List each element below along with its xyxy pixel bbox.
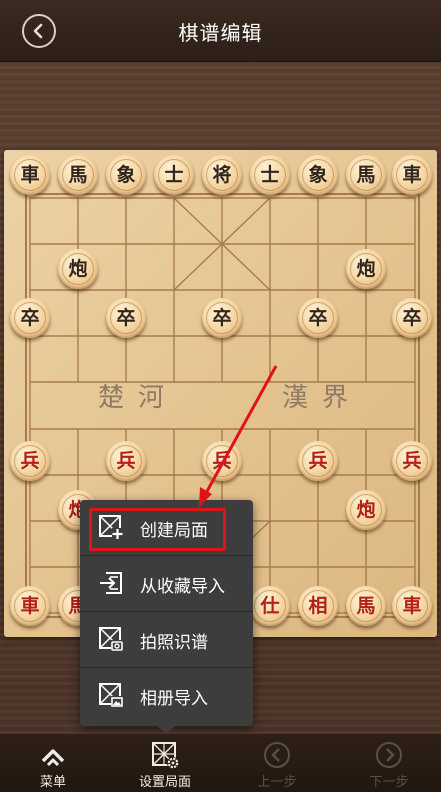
tab-setup-position[interactable]: 设置局面 [120, 734, 210, 792]
annotation-arrow [199, 365, 278, 507]
tab-previous-step[interactable]: 上一步 [232, 734, 322, 792]
tab-label: 设置局面 [138, 775, 191, 790]
previous-step-icon [264, 742, 290, 768]
tab-label: 上一步 [257, 775, 297, 790]
tab-menu[interactable]: 菜单 [8, 734, 98, 792]
setup-position-icon [152, 742, 179, 769]
tab-label: 菜单 [39, 775, 66, 790]
bottom-toolbar: 菜单 设置局面 上一步 下一步 [0, 734, 441, 792]
menu-icon [41, 749, 65, 767]
tab-label: 下一步 [369, 775, 409, 790]
tab-next-step[interactable]: 下一步 [344, 734, 434, 792]
next-step-icon [376, 742, 402, 768]
